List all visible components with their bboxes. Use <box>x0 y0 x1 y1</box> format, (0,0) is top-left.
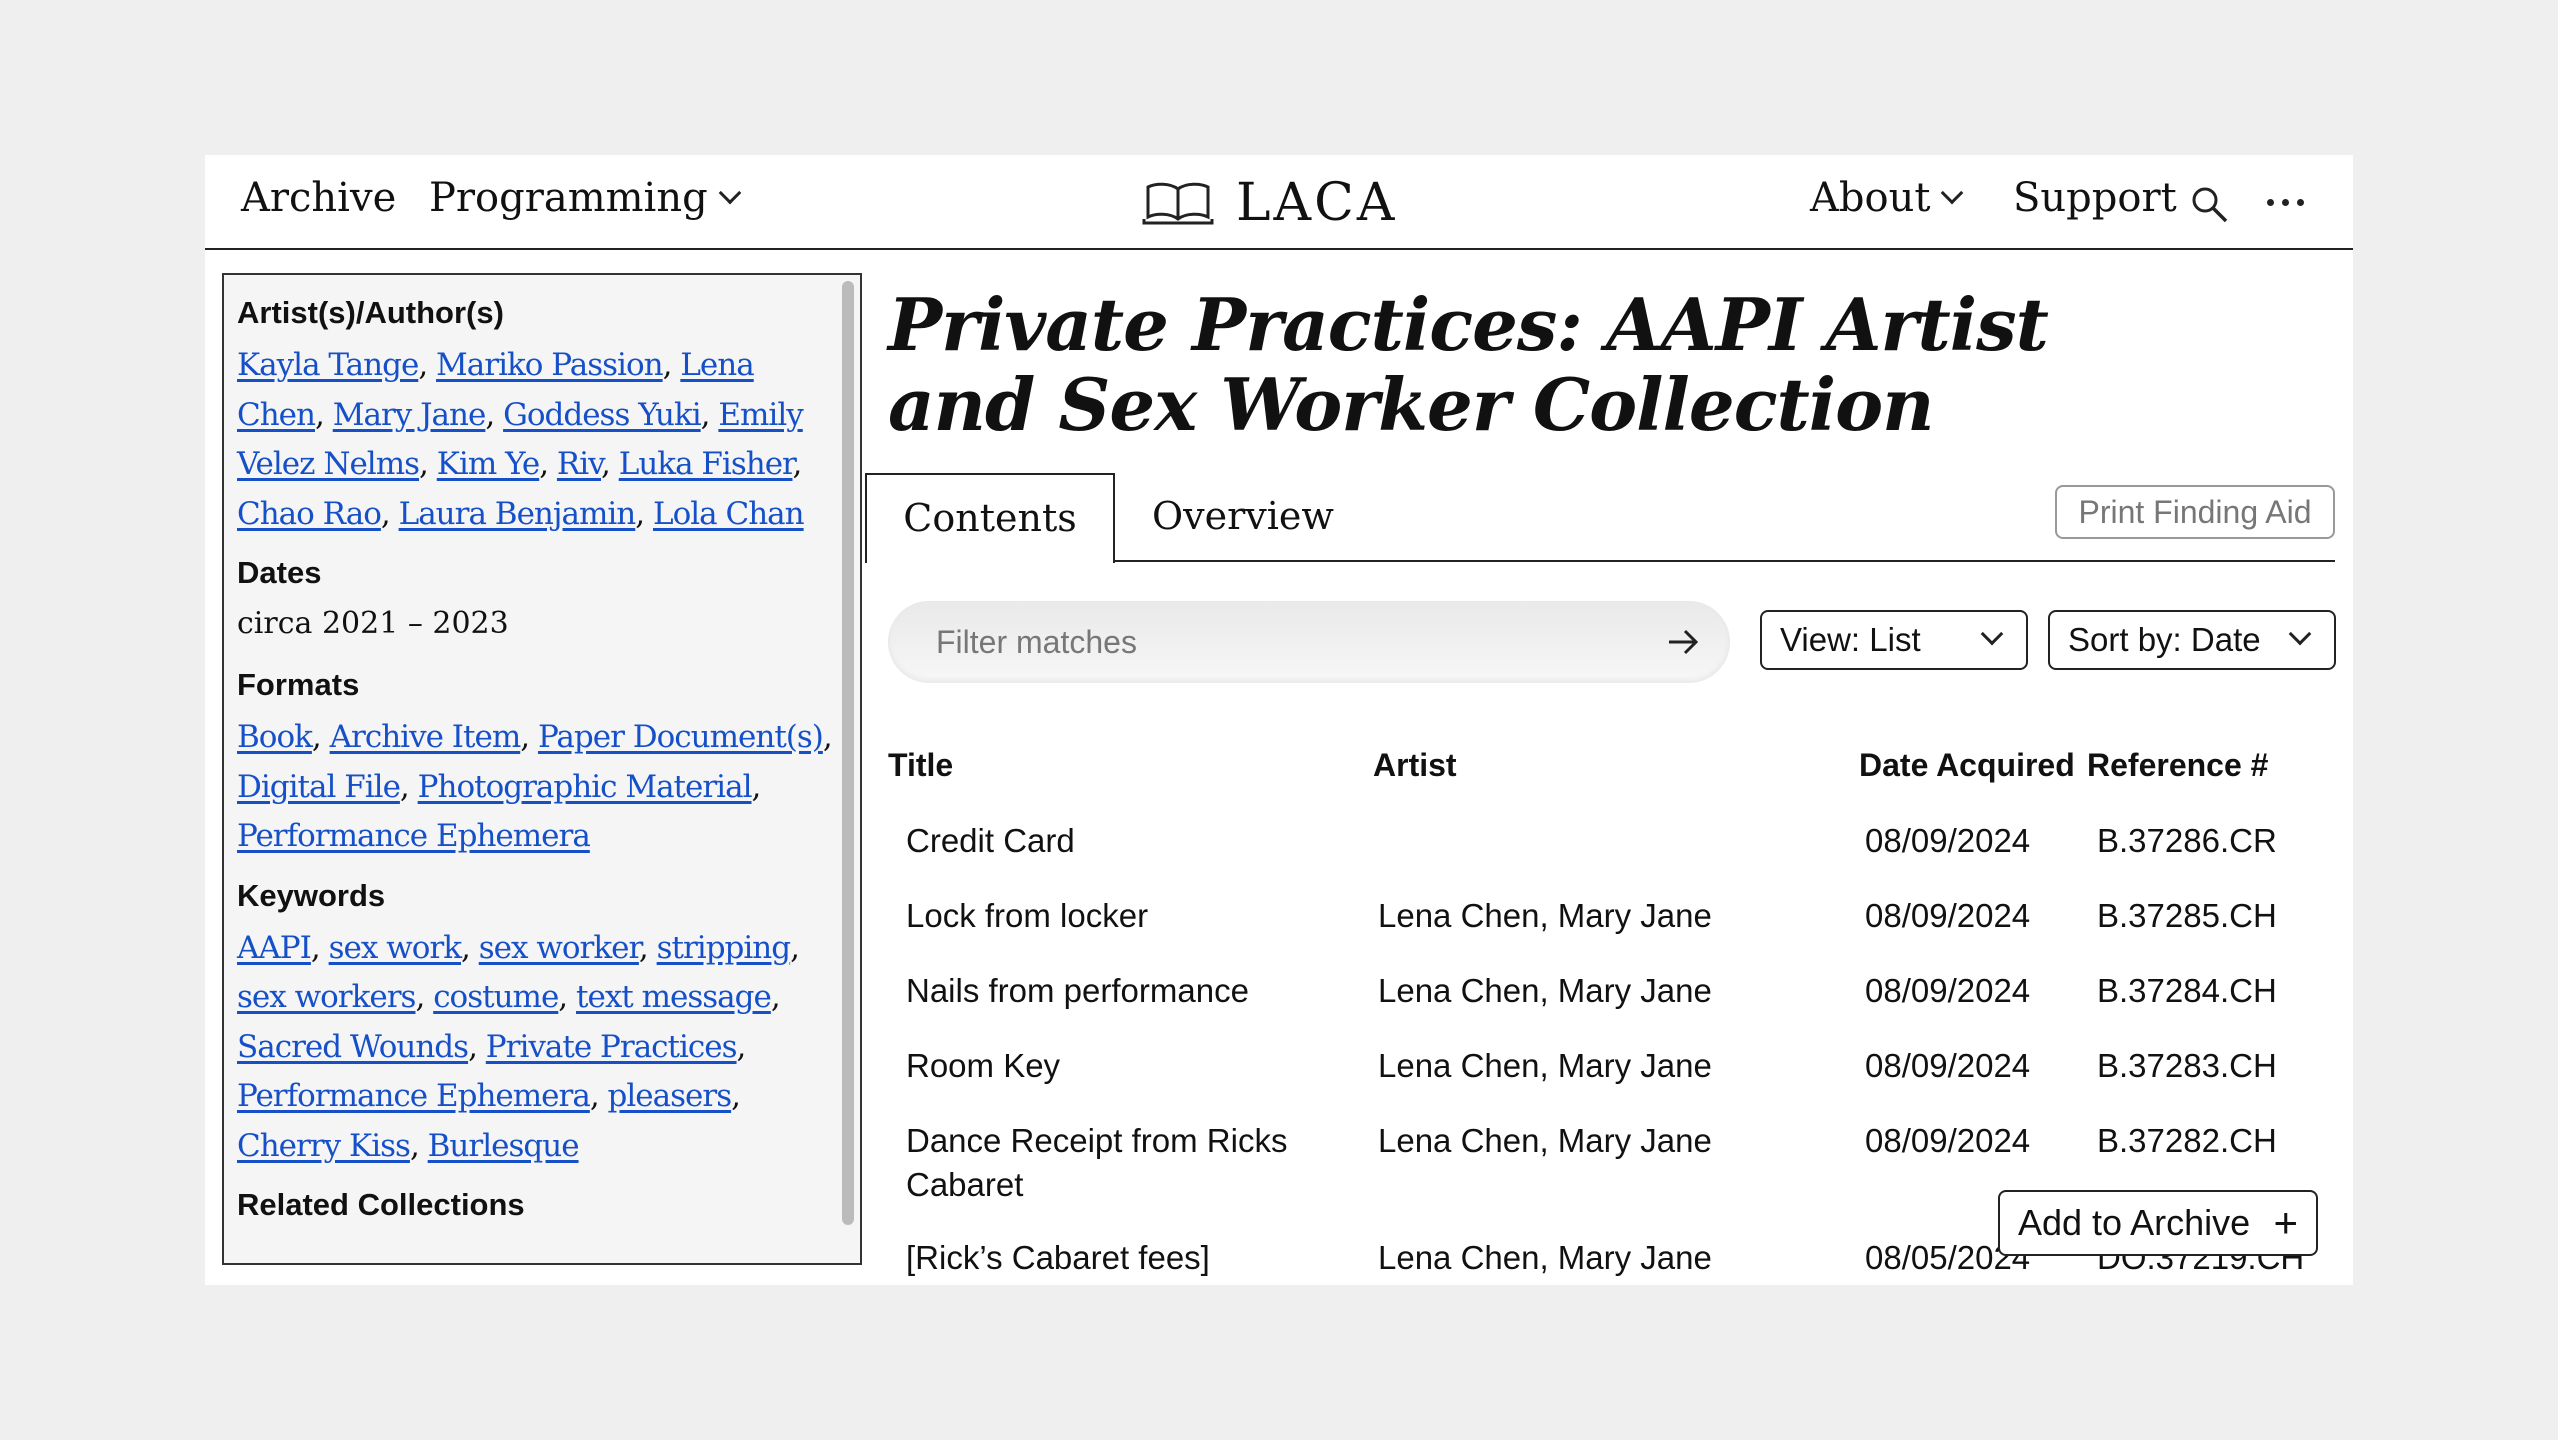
row-reference: B.37284.CH <box>2097 972 2277 1009</box>
sidebar-link[interactable]: Mary Jane <box>333 397 487 433</box>
nav-support-label: Support <box>2013 175 2177 221</box>
nav-archive-link[interactable]: Archive <box>241 173 396 223</box>
sidebar-link[interactable]: Laura Benjamin <box>399 496 637 532</box>
sidebar-link[interactable]: Lola Chan <box>653 496 805 532</box>
sidebar-link[interactable]: sex worker <box>479 930 640 966</box>
sidebar-link[interactable]: Chao Rao <box>237 496 382 532</box>
sidebar-link[interactable]: stripping <box>657 930 792 966</box>
print-finding-aid-button[interactable]: Print Finding Aid <box>2055 485 2335 539</box>
dates-value: circa 2021 – 2023 <box>237 606 509 641</box>
row-artist: Lena Chen, Mary Jane <box>1378 1122 1712 1159</box>
row-reference: B.37285.CH <box>2097 897 2277 934</box>
column-header-date[interactable]: Date Acquired <box>1859 745 2075 785</box>
top-nav: Archive Programming LACA About Support <box>205 155 2353 250</box>
nav-programming-menu[interactable]: Programming <box>429 173 742 223</box>
nav-about-label: About <box>1810 175 1931 221</box>
row-title: [Rick’s Cabaret fees] <box>906 1239 1210 1276</box>
sidebar-link[interactable]: Archive Item <box>330 719 522 755</box>
sidebar-link[interactable]: Riv <box>557 446 602 482</box>
chevron-down-icon <box>718 181 742 205</box>
row-title: Lock from locker <box>906 897 1149 934</box>
search-icon[interactable] <box>2190 185 2230 225</box>
row-reference: B.37282.CH <box>2097 1122 2277 1159</box>
chevron-down-icon <box>1980 622 2004 646</box>
sidebar-link[interactable]: Digital File <box>237 769 401 805</box>
column-header-artist[interactable]: Artist <box>1373 745 1457 785</box>
row-date: 08/09/2024 <box>1865 1047 2031 1084</box>
sidebar-link[interactable]: Kayla Tange <box>237 347 419 383</box>
page-frame: Archive Programming LACA About Support A… <box>205 155 2353 1285</box>
row-date: 08/09/2024 <box>1865 972 2031 1009</box>
chevron-down-icon <box>2288 622 2312 646</box>
row-reference: B.37286.CR <box>2097 822 2277 859</box>
page-title: Private Practices: AAPI Artist and Sex W… <box>888 282 2049 447</box>
sidebar-link[interactable]: Performance Ephemera <box>237 1078 591 1114</box>
sidebar-link[interactable]: Sacred Wounds <box>237 1029 469 1065</box>
row-artist: Lena Chen, Mary Jane <box>1378 1239 1712 1276</box>
column-header-reference[interactable]: Reference # <box>2087 745 2268 785</box>
artists-list: Kayla Tange, Mariko Passion, Lena Chen, … <box>237 347 805 532</box>
row-artist: Lena Chen, Mary Jane <box>1378 1047 1712 1084</box>
tab-contents[interactable]: Contents <box>865 473 1115 563</box>
sort-select[interactable]: Sort by: Date <box>2048 610 2336 670</box>
keywords-heading: Keywords <box>237 877 386 913</box>
sidebar-link[interactable]: Mariko Passion <box>436 347 664 383</box>
tab-overview[interactable]: Overview <box>1133 473 1353 562</box>
keywords-list: AAPI, sex work, sex worker, stripping, s… <box>237 929 800 1164</box>
row-title: Dance Receipt from Ricks Cabaret <box>906 1122 1288 1203</box>
sidebar-link[interactable]: pleasers <box>608 1078 733 1114</box>
add-to-archive-button[interactable]: Add to Archive + <box>1998 1190 2318 1256</box>
sidebar-link[interactable]: text message <box>576 979 772 1015</box>
sidebar-link[interactable]: Performance Ephemera <box>237 818 591 854</box>
sidebar-link[interactable]: Cherry Kiss <box>237 1128 411 1164</box>
add-to-archive-label: Add to Archive <box>2018 1202 2251 1243</box>
chevron-down-icon <box>1941 181 1964 205</box>
sidebar-link[interactable]: AAPI <box>237 930 312 966</box>
site-logo[interactable]: LACA <box>1142 173 1397 233</box>
view-select[interactable]: View: List <box>1760 610 2028 670</box>
row-title: Room Key <box>906 1047 1061 1084</box>
collection-sidebar[interactable]: Artist(s)/Author(s) Kayla Tange, Mariko … <box>222 273 862 1265</box>
related-collections-heading: Related Collections <box>237 1187 525 1222</box>
logo-text: LACA <box>1236 173 1398 233</box>
row-artist: Lena Chen, Mary Jane <box>1378 972 1712 1009</box>
sidebar-link[interactable]: Luka Fisher <box>619 446 794 482</box>
arrow-right-icon[interactable] <box>1666 625 1700 659</box>
plus-icon: + <box>2273 1199 2298 1246</box>
more-menu-icon[interactable] <box>2267 199 2304 206</box>
nav-support-link[interactable]: Support <box>2013 173 2177 223</box>
formats-heading: Formats <box>237 667 360 702</box>
sidebar-link[interactable]: costume <box>433 979 559 1015</box>
filter-input[interactable] <box>936 623 1636 661</box>
sidebar-link[interactable]: Goddess Yuki <box>503 397 702 433</box>
view-select-value: View: List <box>1780 621 1921 658</box>
nav-programming-label: Programming <box>429 175 708 221</box>
sidebar-link[interactable]: sex work <box>329 930 462 966</box>
open-book-icon <box>1142 182 1214 225</box>
sidebar-link[interactable]: Burlesque <box>428 1128 580 1164</box>
sidebar-link[interactable]: Book <box>237 719 313 755</box>
row-title: Credit Card <box>906 822 1075 859</box>
formats-list: Book, Archive Item, Paper Document(s), D… <box>237 719 833 854</box>
dates-heading: Dates <box>237 555 322 590</box>
nav-archive-label: Archive <box>241 175 397 221</box>
sidebar-link[interactable]: Photographic Material <box>418 769 753 805</box>
row-date: 08/09/2024 <box>1865 822 2031 859</box>
sidebar-scrollbar[interactable] <box>842 281 854 1225</box>
filter-bar <box>888 601 1730 683</box>
row-reference: B.37283.CH <box>2097 1047 2277 1084</box>
artists-heading: Artist(s)/Author(s) <box>237 295 504 330</box>
sidebar-link[interactable]: sex workers <box>237 979 416 1015</box>
sidebar-link[interactable]: Kim Ye <box>437 446 540 482</box>
sidebar-link[interactable]: Paper Document(s) <box>538 719 824 755</box>
row-date: 08/09/2024 <box>1865 1122 2031 1159</box>
row-artist: Lena Chen, Mary Jane <box>1378 897 1712 934</box>
nav-about-menu[interactable]: About <box>1810 173 1964 223</box>
column-header-title[interactable]: Title <box>888 745 953 785</box>
row-title: Nails from performance <box>906 972 1249 1009</box>
sort-select-value: Sort by: Date <box>2068 621 2261 658</box>
sidebar-link[interactable]: Private Practices <box>486 1029 738 1065</box>
row-date: 08/09/2024 <box>1865 897 2031 934</box>
